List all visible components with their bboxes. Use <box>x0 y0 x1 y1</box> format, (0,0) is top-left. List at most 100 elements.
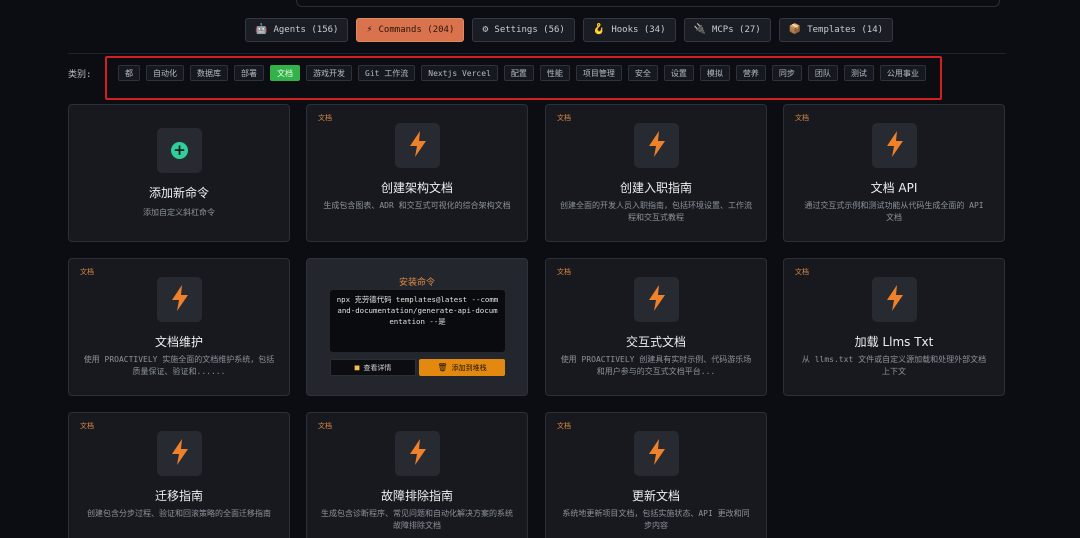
card-title: 添加新命令 <box>148 186 209 200</box>
lightning-icon <box>648 438 666 469</box>
category-chip[interactable]: 团队 <box>807 65 838 81</box>
category-chip[interactable]: 同步 <box>771 65 802 81</box>
command-icon-box <box>395 431 440 476</box>
plus-icon: + <box>171 142 188 159</box>
card-description: 通过交互式示例和测试功能从代码生成全面的 API 文档 <box>804 201 984 222</box>
category-tag: 文档 <box>795 114 809 122</box>
category-tag: 文档 <box>557 114 571 122</box>
category-chip[interactable]: 自动化 <box>146 65 184 81</box>
category-tag: 文档 <box>318 422 332 430</box>
card-description: 使用 PROACTIVELY 创建具有实时示例、代码游乐场和用户参与的交互式文档… <box>560 355 752 376</box>
card-title: 文档 API <box>870 181 918 195</box>
lightning-icon <box>171 284 189 315</box>
lightning-icon <box>648 130 666 161</box>
card-title: 文档维护 <box>154 335 203 349</box>
tab-settings[interactable]: ⚙ Settings (56) <box>472 18 575 42</box>
card-description: 创建包含分步过程、验证和回滚策略的全面迁移指南 <box>87 509 271 518</box>
category-chip[interactable]: 设置 <box>663 65 694 81</box>
category-chip[interactable]: 配置 <box>503 65 534 81</box>
command-icon-box <box>634 123 679 168</box>
tab-label: Hooks (34) <box>611 25 666 35</box>
category-chip[interactable]: Nextjs Vercel <box>421 65 498 81</box>
command-icon-box <box>157 431 202 476</box>
add-to-stack-button[interactable]: 🗑 添加到堆栈 <box>419 359 505 376</box>
button-label: 添加到堆栈 <box>451 363 487 372</box>
tab-templates[interactable]: 📦 Templates (14) <box>778 18 894 42</box>
lightning-icon <box>171 438 189 469</box>
folder-icon: ■ <box>354 363 360 372</box>
category-chip[interactable]: 营养 <box>735 65 766 81</box>
category-chip[interactable]: 项目管理 <box>575 65 622 81</box>
category-chip[interactable]: Git 工作流 <box>358 65 416 81</box>
category-chip[interactable]: 部署 <box>234 65 264 81</box>
card-title: 更新文档 <box>631 489 680 503</box>
card-title: 故障排除指南 <box>380 489 453 503</box>
button-label: 查看详情 <box>363 363 392 372</box>
tab-label: MCPs (27) <box>711 25 761 35</box>
category-chip[interactable]: 游戏开发 <box>306 65 352 81</box>
command-card[interactable]: 文档故障排除指南生成包含诊断程序、常见问题和自动化解决方案的系统故障排除文档 <box>306 412 528 538</box>
card-description: 创建全面的开发人员入职指南，包括环境设置、工作流程和交互式教程 <box>560 201 752 222</box>
bolt-icon: ⚡ <box>366 24 373 35</box>
lightning-icon <box>409 438 427 469</box>
category-tag: 文档 <box>795 268 809 276</box>
category-tag: 文档 <box>557 268 571 276</box>
top-panel-edge <box>296 0 1000 7</box>
tab-label: Commands (204) <box>378 25 455 35</box>
command-card[interactable]: 文档 文档维护 使用 PROACTIVELY 实施全面的文档维护系统，包括质量保证、… <box>68 258 290 396</box>
component-tabs: 🤖 Agents (156) ⚡ Commands (204) ⚙ Settings … <box>245 18 894 42</box>
card-title: 创建入职指南 <box>619 181 692 195</box>
command-card[interactable]: 文档 更新文档 系统地更新项目文档，包括实施状态、API 更改和同步内容 <box>545 412 767 538</box>
card-title: 迁移指南 <box>154 489 203 503</box>
install-title: 安装命令 <box>398 278 435 288</box>
command-card[interactable]: 文档创建入职指南创建全面的开发人员入职指南，包括环境设置、工作流程和交互式教程 <box>545 104 767 242</box>
category-chip[interactable]: 数据库 <box>190 65 228 81</box>
tab-agents[interactable]: 🤖 Agents (156) <box>245 18 349 42</box>
command-icon-box <box>634 431 679 476</box>
category-chip[interactable]: 文档 <box>270 65 300 81</box>
command-card[interactable]: 文档创建架构文档生成包含图表、ADR 和交互式可视化的综合架构文档 <box>306 104 528 242</box>
command-card[interactable]: 文档交互式文档使用 PROACTIVELY 创建具有实时示例、代码游乐场和用户参… <box>545 258 767 396</box>
lightning-icon <box>648 284 666 315</box>
tab-mcps[interactable]: 🔌 MCPs (27) <box>683 18 771 42</box>
category-chip[interactable]: 安全 <box>627 65 658 81</box>
command-icon-box <box>157 277 202 322</box>
category-filter: 都自动化 数据库 部署 文档 游戏开发 Git 工作流 Nextjs Vercel 配置 性能项… <box>118 65 926 81</box>
install-command-card[interactable]: 安装命令 npx 克劳德代码 templates@latest --comman… <box>306 258 528 396</box>
package-icon: 📦 <box>788 24 802 35</box>
card-title: 交互式文档 <box>625 335 686 349</box>
command-card[interactable]: 文档迁移指南创建包含分步过程、验证和回滚策略的全面迁移指南 <box>68 412 290 538</box>
category-tag: 文档 <box>80 268 94 276</box>
add-command-card[interactable]: + 添加新命令 添加自定义斜杠命令 <box>68 104 290 242</box>
tab-commands[interactable]: ⚡ Commands (204) <box>356 18 465 42</box>
tab-label: Settings (56) <box>494 25 565 35</box>
command-icon-box <box>872 123 917 168</box>
trash-icon: 🗑 <box>437 363 448 372</box>
divider <box>68 53 1006 54</box>
category-chip[interactable]: 模拟 <box>699 65 730 81</box>
gear-icon: ⚙ <box>482 24 489 35</box>
card-description: 生成包含图表、ADR 和交互式可视化的综合架构文档 <box>323 201 511 210</box>
lightning-icon <box>886 284 904 315</box>
install-command-text[interactable]: npx 克劳德代码 templates@latest --command-doc… <box>330 290 505 352</box>
card-title: 加载 Llms Txt <box>854 335 934 349</box>
category-label: 类别: <box>68 70 92 80</box>
command-card[interactable]: 文档加载 Llms Txt 从 llms.txt 文件或自定义源加载和处理外部文档… <box>783 258 1005 396</box>
card-description: 从 llms.txt 文件或自定义源加载和处理外部文档上下文 <box>801 355 987 376</box>
command-icon-box <box>395 123 440 168</box>
category-tag: 文档 <box>80 422 94 430</box>
card-description: 生成包含诊断程序、常见问题和自动化解决方案的系统故障排除文档 <box>321 509 513 530</box>
card-description: 添加自定义斜杠命令 <box>143 208 215 217</box>
card-title: 创建架构文档 <box>380 181 453 195</box>
tab-label: Agents (156) <box>273 25 339 35</box>
category-chip[interactable]: 都 <box>118 65 140 81</box>
robot-icon: 🤖 <box>255 24 268 35</box>
tab-hooks[interactable]: 🪝 Hooks (34) <box>582 18 676 42</box>
category-chip[interactable]: 公用事业 <box>879 65 926 81</box>
card-description: 系统地更新项目文档，包括实施状态、API 更改和同步内容 <box>562 509 750 530</box>
category-tag: 文档 <box>318 114 332 122</box>
category-chip[interactable]: 测试 <box>843 65 874 81</box>
view-details-button[interactable]: ■ 查看详情 <box>330 359 416 376</box>
command-card[interactable]: 文档文档 API 通过交互式示例和测试功能从代码生成全面的 API 文档 <box>783 104 1005 242</box>
category-chip[interactable]: 性能 <box>539 65 570 81</box>
